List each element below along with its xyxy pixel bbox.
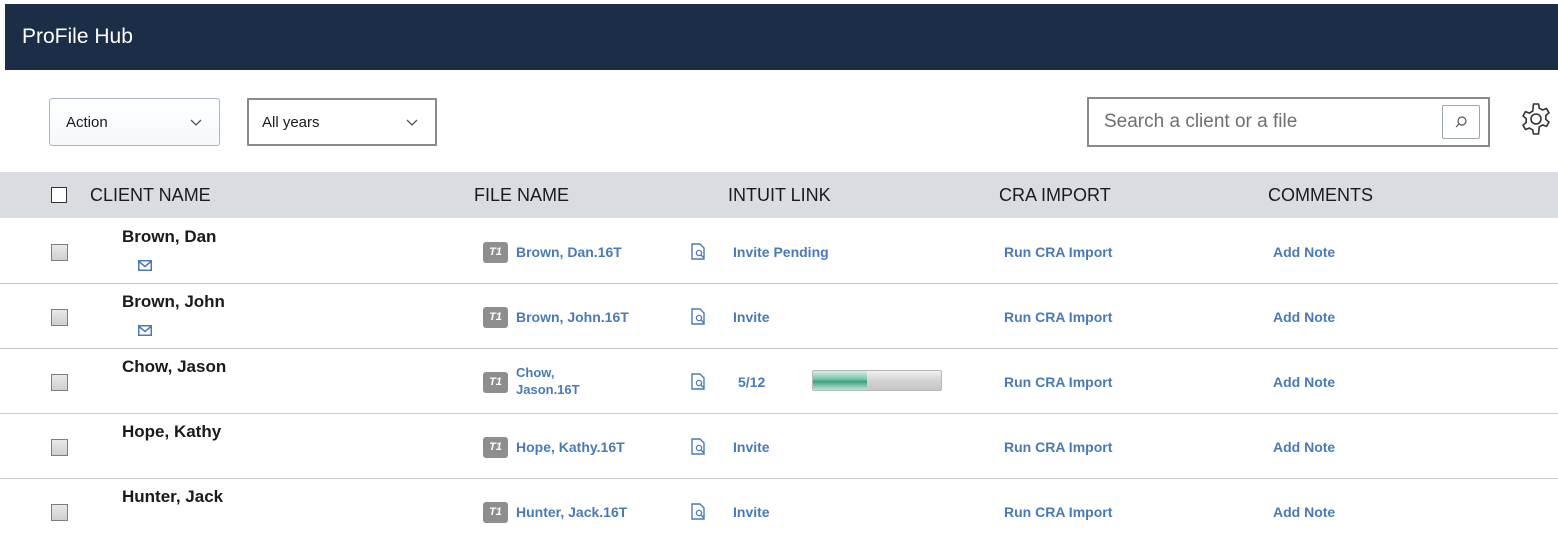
row-checkbox[interactable] xyxy=(51,244,68,261)
column-header-comments[interactable]: COMMENTS xyxy=(1268,172,1373,218)
run-cra-import-link[interactable]: Run CRA Import xyxy=(1004,504,1112,520)
select-all-checkbox[interactable] xyxy=(51,187,67,203)
t1-file-badge: T1 xyxy=(483,437,508,458)
table-row: Hope, Kathy T1 Hope, Kathy.16T Invite Ru… xyxy=(0,414,1558,479)
t1-file-badge: T1 xyxy=(483,307,508,328)
t1-file-badge: T1 xyxy=(483,502,508,523)
client-name[interactable]: Brown, Dan xyxy=(122,227,216,247)
view-file-icon[interactable] xyxy=(690,243,707,260)
add-note-link[interactable]: Add Note xyxy=(1273,244,1335,260)
table-row: Brown, Dan T1 Brown, Dan.16T Invite Pend… xyxy=(0,219,1558,284)
client-name[interactable]: Brown, John xyxy=(122,292,225,312)
view-file-icon[interactable] xyxy=(690,373,707,390)
file-name-link[interactable]: Brown, Dan.16T xyxy=(516,244,622,261)
app-title: ProFile Hub xyxy=(22,25,133,48)
column-header-intuit-link[interactable]: INTUIT LINK xyxy=(728,172,831,218)
search-button[interactable] xyxy=(1442,105,1480,139)
add-note-link[interactable]: Add Note xyxy=(1273,439,1335,455)
search-box xyxy=(1087,97,1490,147)
chevron-down-icon xyxy=(190,119,202,126)
intuit-invite-link[interactable]: Invite xyxy=(733,439,770,455)
table-row: Hunter, Jack T1 Hunter, Jack.16T Invite … xyxy=(0,479,1558,539)
run-cra-import-link[interactable]: Run CRA Import xyxy=(1004,439,1112,455)
row-checkbox[interactable] xyxy=(51,374,68,391)
add-note-link[interactable]: Add Note xyxy=(1273,309,1335,325)
year-filter-dropdown[interactable]: All years xyxy=(247,98,437,146)
row-checkbox[interactable] xyxy=(51,504,68,521)
file-name-link[interactable]: Hunter, Jack.16T xyxy=(516,504,627,521)
add-note-link[interactable]: Add Note xyxy=(1273,504,1335,520)
action-dropdown[interactable]: Action xyxy=(49,98,220,146)
client-name[interactable]: Hunter, Jack xyxy=(122,487,223,507)
progress-fill xyxy=(813,371,867,390)
client-name[interactable]: Hope, Kathy xyxy=(122,422,221,442)
row-checkbox[interactable] xyxy=(51,439,68,456)
file-name-line-1: Chow, xyxy=(516,365,555,380)
intuit-invite-link[interactable]: Invite xyxy=(733,504,770,520)
action-dropdown-label: Action xyxy=(66,113,108,131)
run-cra-import-link[interactable]: Run CRA Import xyxy=(1004,309,1112,325)
t1-file-badge: T1 xyxy=(483,372,508,393)
view-file-icon[interactable] xyxy=(690,503,707,520)
search-input[interactable] xyxy=(1089,99,1442,145)
mail-icon[interactable] xyxy=(138,325,152,336)
file-name-link[interactable]: Chow, Jason.16T xyxy=(516,364,580,398)
row-checkbox[interactable] xyxy=(51,309,68,326)
file-name-link[interactable]: Hope, Kathy.16T xyxy=(516,439,625,456)
gear-icon[interactable] xyxy=(1518,101,1554,137)
add-note-link[interactable]: Add Note xyxy=(1273,374,1335,390)
view-file-icon[interactable] xyxy=(690,308,707,325)
file-name-line-2: Jason.16T xyxy=(516,382,580,397)
mail-icon[interactable] xyxy=(138,260,152,271)
table-row: Chow, Jason T1 Chow, Jason.16T 5/12 Run … xyxy=(0,349,1558,414)
intuit-progress-count[interactable]: 5/12 xyxy=(738,374,765,390)
intuit-link-status[interactable]: Invite Pending xyxy=(733,244,829,260)
client-name[interactable]: Chow, Jason xyxy=(122,357,226,377)
table-header: CLIENT NAME FILE NAME INTUIT LINK CRA IM… xyxy=(0,172,1558,218)
t1-file-badge: T1 xyxy=(483,242,508,263)
file-name-link[interactable]: Brown, John.16T xyxy=(516,309,629,326)
app-title-bar: ProFile Hub xyxy=(5,4,1558,70)
table-row: Brown, John T1 Brown, John.16T Invite Ru… xyxy=(0,284,1558,349)
column-header-cra-import[interactable]: CRA IMPORT xyxy=(999,172,1111,218)
run-cra-import-link[interactable]: Run CRA Import xyxy=(1004,374,1112,390)
intuit-progress-bar xyxy=(812,370,942,391)
column-header-client-name[interactable]: CLIENT NAME xyxy=(90,172,211,218)
chevron-down-icon xyxy=(406,119,418,126)
view-file-icon[interactable] xyxy=(690,438,707,455)
profile-hub-window: ProFile Hub Action All years Search a cl… xyxy=(0,0,1558,539)
column-header-file-name[interactable]: FILE NAME xyxy=(474,172,569,218)
run-cra-import-link[interactable]: Run CRA Import xyxy=(1004,244,1112,260)
year-filter-label: All years xyxy=(262,113,320,131)
search-icon xyxy=(1455,116,1467,128)
intuit-invite-link[interactable]: Invite xyxy=(733,309,770,325)
